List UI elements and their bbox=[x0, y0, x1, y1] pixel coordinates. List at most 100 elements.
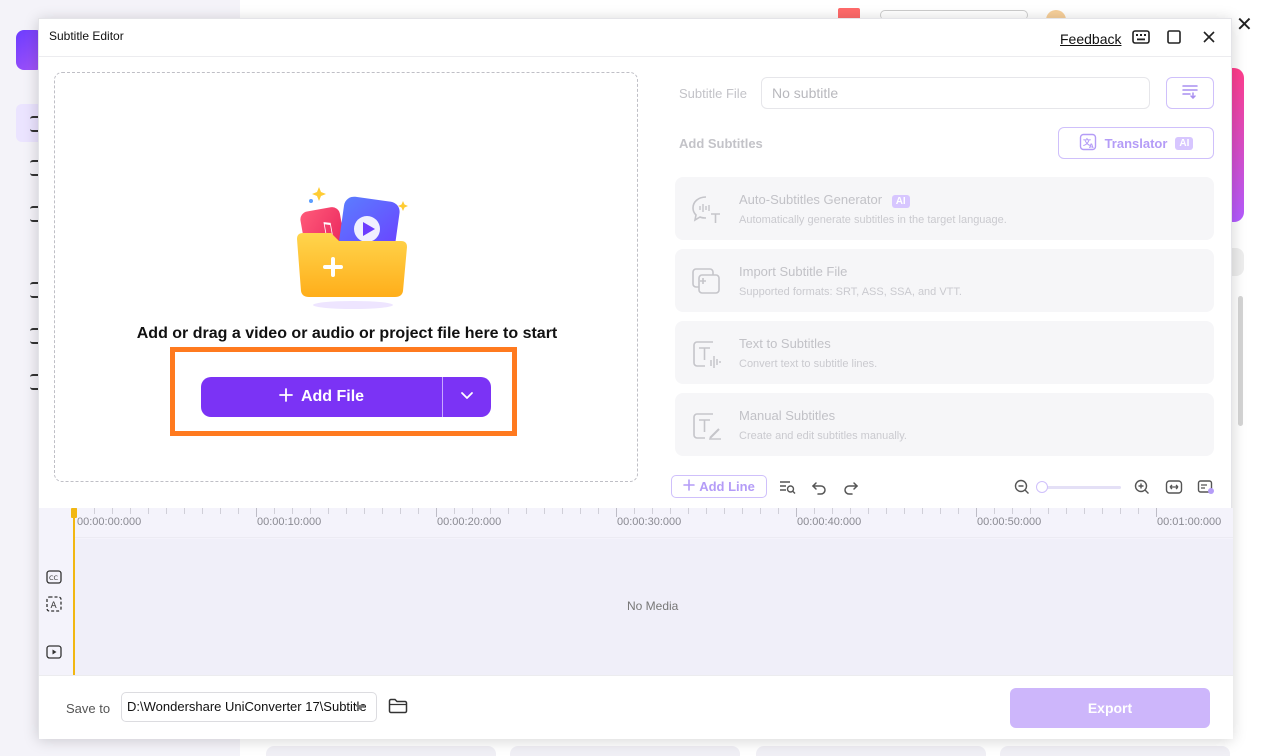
add-line-label: Add Line bbox=[699, 479, 755, 494]
svg-text:A: A bbox=[51, 601, 58, 611]
ruler-tick bbox=[328, 508, 329, 514]
text-to-subtitles-option[interactable]: Text to Subtitles Convert text to subtit… bbox=[675, 321, 1214, 384]
option-title: Auto-Subtitles Generator AI bbox=[739, 192, 910, 208]
option-desc: Convert text to subtitle lines. bbox=[739, 358, 878, 370]
ruler-time-label: 00:00:00:000 bbox=[77, 516, 142, 528]
option-desc: Automatically generate subtitles in the … bbox=[739, 214, 1007, 226]
auto-subtitles-option[interactable]: Auto-Subtitles Generator AI Automaticall… bbox=[675, 177, 1214, 240]
maximize-icon[interactable] bbox=[1164, 27, 1184, 47]
timeline-ruler[interactable]: 00:00:00:000 00:00:10:000 00:00:20:000 00:0… bbox=[73, 508, 1233, 538]
ai-badge: AI bbox=[891, 195, 910, 208]
add-subtitles-label: Add Subtitles bbox=[679, 136, 763, 151]
add-file-dropdown[interactable] bbox=[443, 377, 491, 417]
add-file-button-group: Add File bbox=[201, 377, 491, 417]
ruler-tick bbox=[364, 508, 365, 514]
subtitle-list-button[interactable] bbox=[1166, 77, 1214, 109]
video-track-icon[interactable] bbox=[46, 644, 62, 660]
background-card bbox=[510, 746, 740, 756]
text-track-icon[interactable]: A bbox=[46, 596, 62, 612]
media-folder-illustration: ♫ bbox=[297, 187, 408, 309]
ruler-time-label: 00:01:00:000 bbox=[1157, 516, 1222, 528]
ruler-tick bbox=[202, 508, 203, 514]
ruler-tick bbox=[94, 508, 95, 514]
background-card bbox=[1000, 746, 1230, 756]
ruler-tick bbox=[958, 508, 959, 514]
title-bar: Subtitle Editor Feedback bbox=[39, 19, 1231, 57]
ruler-tick bbox=[832, 508, 833, 514]
ruler-tick bbox=[850, 508, 851, 514]
ruler-tick bbox=[454, 508, 455, 514]
ruler-tick bbox=[418, 508, 419, 514]
ruler-tick bbox=[292, 508, 293, 514]
option-desc: Create and edit subtitles manually. bbox=[739, 430, 907, 442]
plus-icon bbox=[683, 479, 695, 494]
undo-icon[interactable] bbox=[809, 477, 829, 497]
option-title: Import Subtitle File bbox=[739, 264, 848, 279]
ruler-tick bbox=[472, 508, 473, 514]
ruler-tick bbox=[382, 508, 383, 514]
ruler-tick bbox=[886, 508, 887, 514]
translator-button[interactable]: 文A Translator AI bbox=[1058, 127, 1214, 159]
fit-width-icon[interactable] bbox=[1164, 477, 1184, 497]
export-button[interactable]: Export bbox=[1010, 688, 1210, 728]
close-icon[interactable] bbox=[1199, 27, 1219, 47]
manual-subtitles-option[interactable]: Manual Subtitles Create and edit subtitl… bbox=[675, 393, 1214, 456]
dialog-title: Subtitle Editor bbox=[49, 29, 124, 43]
no-media-text: No Media bbox=[627, 599, 679, 613]
file-drop-zone[interactable]: ♫ Add or drag a video or audio or projec… bbox=[54, 72, 638, 482]
subtitle-file-select[interactable]: No subtitle bbox=[761, 77, 1150, 109]
ruler-tick bbox=[112, 508, 113, 514]
ruler-tick bbox=[1066, 508, 1067, 514]
translate-icon: 文A bbox=[1079, 133, 1097, 154]
background-card bbox=[266, 746, 496, 756]
add-file-label: Add File bbox=[300, 388, 365, 405]
svg-text:CC: CC bbox=[49, 574, 59, 582]
promo-banner bbox=[1232, 68, 1244, 222]
ruler-tick bbox=[166, 508, 167, 514]
list-icon bbox=[1181, 83, 1199, 104]
zoom-slider-handle[interactable] bbox=[1036, 481, 1048, 493]
ruler-tick bbox=[940, 508, 941, 514]
folder-icon[interactable] bbox=[388, 697, 408, 715]
ruler-tick bbox=[1084, 508, 1085, 514]
playhead[interactable] bbox=[73, 508, 75, 675]
ruler-tick bbox=[598, 508, 599, 514]
subtitle-file-label: Subtitle File bbox=[679, 86, 747, 101]
plus-icon bbox=[279, 387, 293, 407]
ruler-tick bbox=[580, 508, 581, 514]
chevron-down-icon[interactable] bbox=[355, 705, 365, 710]
chevron-down-icon bbox=[460, 388, 474, 406]
ruler-tick bbox=[130, 508, 131, 514]
subtitle-editor-dialog: Subtitle Editor Feedback ♫ Add or drag a… bbox=[38, 18, 1233, 739]
import-subtitle-option[interactable]: Import Subtitle File Supported formats: … bbox=[675, 249, 1214, 312]
search-replace-icon[interactable] bbox=[777, 477, 797, 497]
ruler-tick bbox=[1138, 508, 1139, 514]
feedback-link[interactable]: Feedback bbox=[1060, 31, 1121, 47]
ruler-tick bbox=[652, 508, 653, 514]
ruler-tick bbox=[760, 508, 761, 514]
add-line-button[interactable]: Add Line bbox=[671, 475, 767, 498]
zoom-in-icon[interactable] bbox=[1132, 477, 1152, 497]
scrollbar[interactable] bbox=[1238, 296, 1243, 426]
save-path-select[interactable]: D:\Wondershare UniConverter 17\Subtitle bbox=[121, 692, 377, 722]
ruler-tick bbox=[310, 508, 311, 514]
save-to-label: Save to bbox=[66, 701, 111, 716]
redo-icon[interactable] bbox=[841, 477, 861, 497]
keyboard-icon[interactable] bbox=[1131, 27, 1151, 47]
ruler-tick bbox=[814, 508, 815, 514]
closed-caption-icon[interactable]: CC bbox=[46, 569, 62, 585]
playhead-handle[interactable] bbox=[71, 508, 77, 518]
ruler-tick bbox=[1120, 508, 1121, 514]
zoom-slider-track[interactable] bbox=[1039, 486, 1121, 489]
option-title: Manual Subtitles bbox=[739, 408, 836, 423]
zoom-out-icon[interactable] bbox=[1012, 477, 1032, 497]
ruler-tick bbox=[400, 508, 401, 514]
timeline[interactable]: 00:00:00:000 00:00:10:000 00:00:20:000 00:0… bbox=[39, 508, 1233, 675]
ruler-tick bbox=[904, 508, 905, 514]
subtitle-settings-icon[interactable] bbox=[1196, 477, 1216, 497]
add-file-button[interactable]: Add File bbox=[201, 377, 442, 417]
ruler-time-label: 00:00:10:000 bbox=[257, 516, 322, 528]
ruler-tick bbox=[634, 508, 635, 514]
app-close-icon[interactable]: ✕ bbox=[1236, 12, 1253, 37]
option-title: Text to Subtitles bbox=[739, 336, 831, 351]
